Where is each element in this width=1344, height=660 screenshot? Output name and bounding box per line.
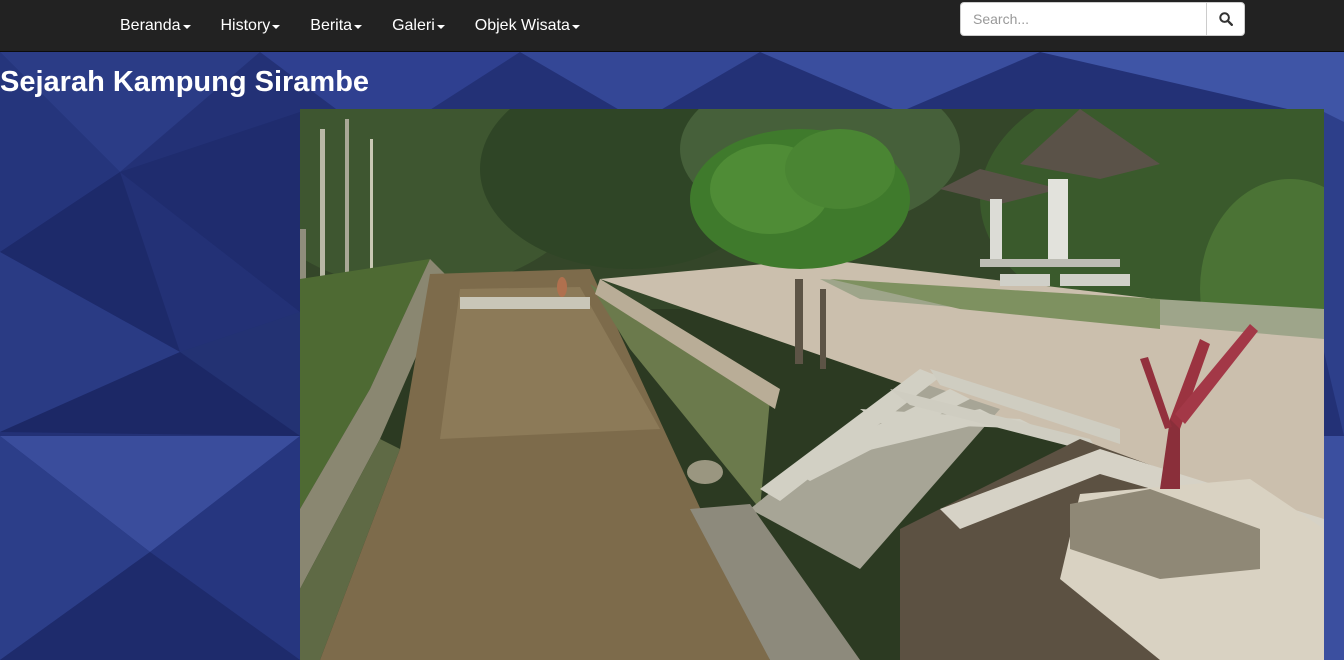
nav-item-berita[interactable]: Berita: [295, 0, 377, 52]
caret-down-icon: [182, 25, 191, 29]
caret-down-icon: [436, 25, 445, 29]
search-button[interactable]: [1206, 2, 1245, 36]
nav-item-label: History: [220, 17, 271, 34]
nav-menu: Beranda History Berita Galeri Objek Wisa…: [105, 0, 595, 52]
nav-item-galeri[interactable]: Galeri: [377, 0, 460, 52]
top-navbar: Beranda History Berita Galeri Objek Wisa…: [0, 0, 1344, 52]
nav-item-objek-wisata[interactable]: Objek Wisata: [460, 0, 595, 52]
page-title: Sejarah Kampung Sirambe: [0, 66, 370, 98]
nav-item-beranda[interactable]: Beranda: [105, 0, 206, 52]
search-form: [960, 2, 1245, 36]
nav-item-label: Galeri: [392, 17, 435, 34]
nav-item-history[interactable]: History: [206, 0, 296, 52]
caret-down-icon: [354, 25, 363, 29]
caret-down-icon: [571, 25, 580, 29]
nav-item-label: Beranda: [120, 17, 181, 34]
nav-item-label: Berita: [310, 17, 353, 34]
nav-item-label: Objek Wisata: [474, 17, 570, 34]
search-input[interactable]: [960, 2, 1206, 36]
caret-down-icon: [272, 25, 281, 29]
kampung-sirambe-photo: [300, 109, 1324, 660]
search-icon: [1218, 12, 1233, 26]
